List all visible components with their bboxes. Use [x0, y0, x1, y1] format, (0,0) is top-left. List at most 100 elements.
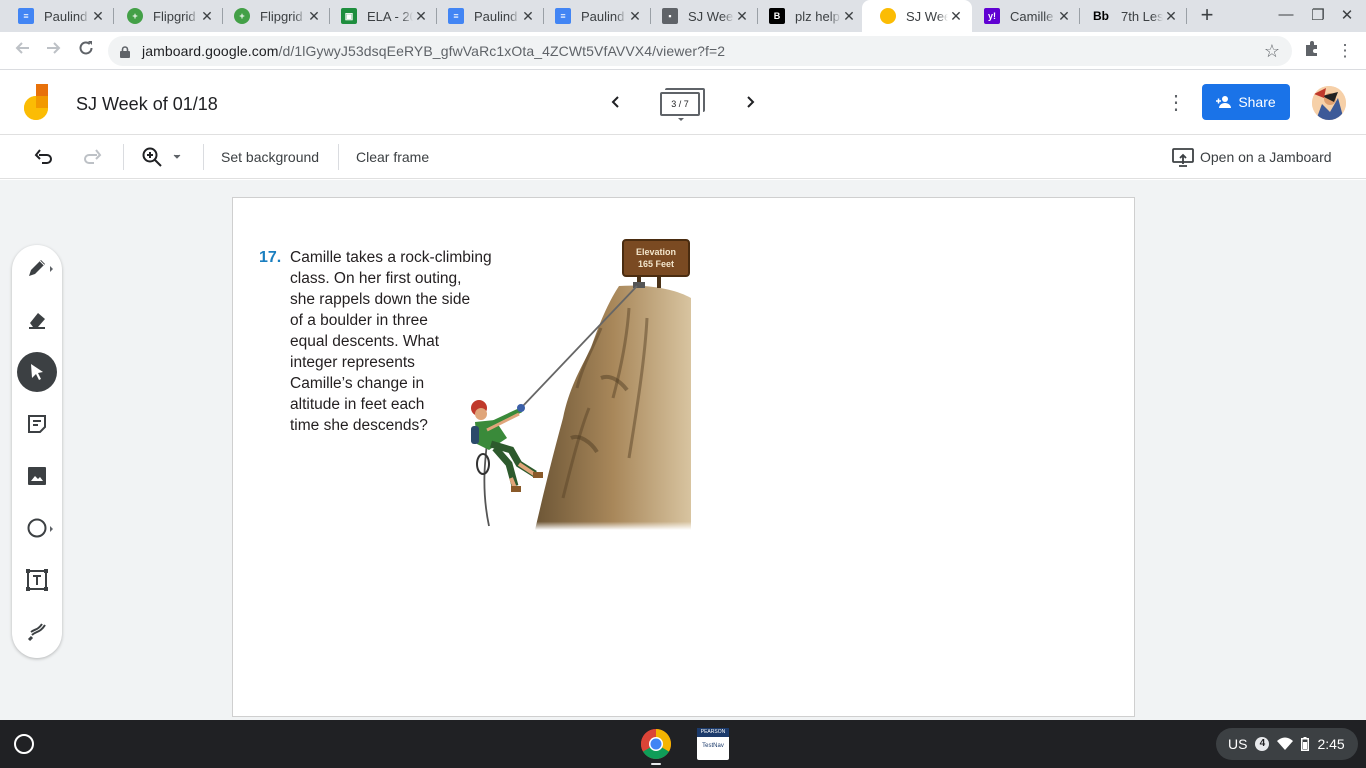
next-frame-icon[interactable]	[738, 91, 762, 115]
input-method: US	[1228, 736, 1248, 752]
new-tab-button[interactable]: +	[1195, 4, 1219, 28]
launcher-icon[interactable]	[14, 734, 34, 754]
frame-counter: 3 / 7	[660, 92, 700, 116]
avatar[interactable]	[1312, 86, 1346, 120]
testnav-brand: PEARSON	[697, 728, 729, 737]
text-box-tool[interactable]	[17, 560, 57, 600]
share-label: Share	[1238, 94, 1276, 110]
browser-tab[interactable]: ≡ Paulind ✕	[430, 0, 544, 32]
wifi-icon	[1277, 737, 1294, 750]
flipgrid-icon: +	[127, 8, 143, 24]
laser-pointer-icon	[27, 623, 46, 642]
sign-line-2: 165 Feet	[638, 259, 674, 269]
reload-icon[interactable]	[75, 40, 97, 62]
share-button[interactable]: Share	[1202, 84, 1290, 120]
text-box-icon	[26, 569, 48, 591]
undo-icon[interactable]	[34, 145, 58, 169]
chevron-down-icon	[678, 118, 684, 121]
close-icon[interactable]: ✕	[1163, 8, 1179, 25]
bookmark-star-icon[interactable]: ☆	[1264, 41, 1280, 62]
forward-arrow-icon[interactable]	[43, 40, 65, 62]
eraser-icon	[29, 313, 45, 329]
address-bar[interactable]: jamboard.google.com/d/1lGywyJ53dsqEeRYB_…	[108, 36, 1292, 66]
close-icon[interactable]: ✕	[841, 8, 857, 25]
close-icon[interactable]: ✕	[948, 8, 964, 25]
browser-tab[interactable]: ▪ SJ Wee ✕	[644, 0, 758, 32]
status-tray[interactable]: US 4 2:45	[1216, 728, 1358, 760]
google-classroom-icon: ▣	[341, 8, 357, 24]
url-text: jamboard.google.com/d/1lGywyJ53dsqEeRYB_…	[142, 43, 726, 59]
image-icon	[28, 467, 46, 485]
problem-number: 17.	[259, 249, 282, 266]
notification-badge: 4	[1255, 737, 1270, 751]
circle-icon	[27, 518, 47, 538]
sticky-note-tool[interactable]	[17, 404, 57, 444]
previous-frame-icon[interactable]	[604, 91, 628, 115]
select-tool[interactable]	[17, 352, 57, 392]
cursor-arrow-icon	[31, 364, 43, 380]
tool-sidebar	[12, 245, 62, 658]
clock: 2:45	[1317, 736, 1345, 752]
cast-screen-icon	[1172, 148, 1194, 167]
more-options-icon[interactable]: ⋮	[1166, 91, 1186, 115]
jamboard-header: SJ Week of 01/18 3 / 7 ⋮ Share	[0, 71, 1366, 135]
browser-tab[interactable]: ≡ Paulind ✕	[0, 0, 114, 32]
browser-tab[interactable]: B plz help ✕	[751, 0, 865, 32]
open-on-jamboard-label: Open on a Jamboard	[1200, 149, 1332, 165]
brainly-icon: B	[769, 8, 785, 24]
pen-tool[interactable]	[17, 248, 57, 288]
chrome-app-icon[interactable]	[640, 728, 672, 765]
os-shelf: PEARSON TestNav US 4 2:45	[0, 720, 1366, 768]
jamboard-logo-icon[interactable]	[22, 84, 52, 122]
google-docs-icon: ≡	[448, 8, 464, 24]
open-on-jamboard-button[interactable]: Open on a Jamboard	[1172, 145, 1332, 169]
browser-tab[interactable]: ▣ ELA - 20 ✕	[323, 0, 437, 32]
close-icon[interactable]: ✕	[199, 8, 215, 25]
browser-tab-strip: ≡ Paulind ✕ + Flipgrid ✕ + Flipgrid ✕ ▣ …	[0, 0, 1366, 32]
add-person-icon	[1216, 96, 1232, 108]
close-icon[interactable]: ✕	[520, 8, 536, 25]
browser-menu-icon[interactable]: ⋮	[1334, 40, 1356, 62]
circle-tool[interactable]	[17, 508, 57, 548]
close-icon[interactable]: ✕	[413, 8, 429, 25]
sign-line-1: Elevation	[636, 247, 676, 257]
jam-frame[interactable]: 17. Camille takes a rock-climbing class.…	[232, 197, 1135, 717]
close-icon[interactable]: ✕	[734, 8, 750, 25]
browser-tab[interactable]: + Flipgrid ✕	[216, 0, 330, 32]
zoom-in-icon	[142, 147, 162, 167]
browser-tab[interactable]: Bb 7th Less ✕	[1073, 0, 1187, 32]
browser-toolbar: jamboard.google.com/d/1lGywyJ53dsqEeRYB_…	[0, 32, 1366, 70]
restore-icon[interactable]: ❐	[1308, 6, 1328, 26]
close-icon[interactable]: ✕	[1056, 8, 1072, 25]
jamboard-icon	[880, 8, 896, 24]
rock-climber-illustration: Elevation 165 Feet	[471, 239, 691, 530]
blackboard-icon: Bb	[1093, 9, 1109, 23]
google-docs-icon: ≡	[555, 8, 571, 24]
frame-bar-toggle[interactable]: 3 / 7	[660, 88, 706, 121]
jamboard-action-bar: Set background Clear frame Open on a Jam…	[0, 135, 1366, 179]
jam-title[interactable]: SJ Week of 01/18	[76, 94, 218, 115]
google-docs-icon: ≡	[18, 8, 34, 24]
set-background-button[interactable]: Set background	[221, 145, 319, 169]
battery-icon	[1301, 737, 1310, 751]
extensions-puzzle-icon[interactable]	[1301, 40, 1323, 62]
eraser-tool[interactable]	[17, 300, 57, 340]
back-arrow-icon[interactable]	[11, 40, 33, 62]
add-image-tool[interactable]	[17, 456, 57, 496]
close-icon[interactable]: ✕	[306, 8, 322, 25]
clear-frame-button[interactable]: Clear frame	[356, 145, 429, 169]
browser-tab[interactable]: ≡ Paulind ✕	[537, 0, 651, 32]
close-icon[interactable]: ✕	[627, 8, 643, 25]
browser-tab-active[interactable]: SJ Wee ✕	[862, 0, 972, 32]
laser-tool[interactable]	[17, 612, 57, 652]
zoom-button[interactable]	[141, 145, 189, 169]
pen-icon	[29, 260, 45, 276]
lock-icon[interactable]	[120, 45, 130, 63]
redo-icon[interactable]	[82, 145, 106, 169]
minimize-icon[interactable]: —	[1276, 6, 1296, 26]
close-icon[interactable]: ✕	[90, 8, 106, 25]
close-window-icon[interactable]: ✕	[1337, 6, 1357, 26]
testnav-app-icon[interactable]: PEARSON TestNav	[697, 728, 729, 760]
browser-tab[interactable]: + Flipgrid ✕	[109, 0, 223, 32]
browser-tab[interactable]: y! Camille ✕	[966, 0, 1080, 32]
